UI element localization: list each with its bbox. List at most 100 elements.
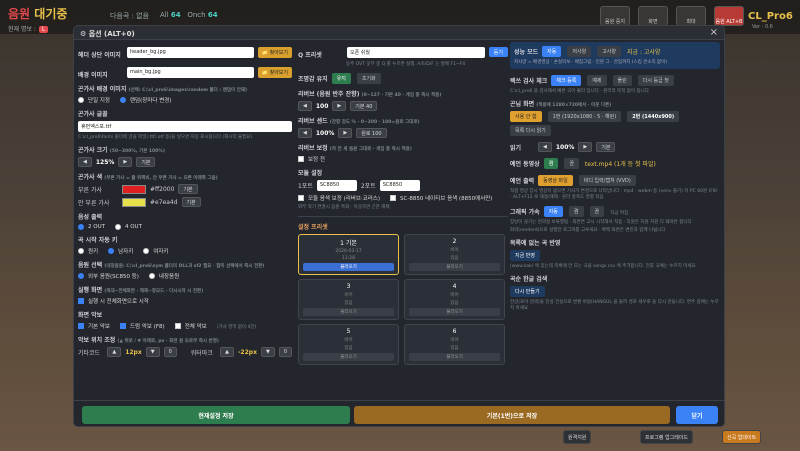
- screen-button[interactable]: 화면 CTRL+L: [638, 6, 668, 31]
- album-example-button[interactable]: 예제: [587, 75, 607, 86]
- unsung-default-button[interactable]: 기본: [181, 197, 201, 207]
- perf-auto-button[interactable]: 자동: [542, 46, 562, 57]
- album-folder-button[interactable]: 폴린: [612, 75, 632, 86]
- preset-load-button[interactable]: 불러오기: [303, 263, 394, 271]
- perf-high-button[interactable]: 고사양: [597, 46, 621, 57]
- res-2-button[interactable]: 2번 (1440x900): [627, 111, 680, 122]
- sung-color-swatch[interactable]: [122, 184, 146, 194]
- port2-select[interactable]: SC8850: [379, 180, 420, 191]
- browse-header-button[interactable]: 📁 찾아보기: [257, 46, 292, 58]
- water-up-button[interactable]: ▲: [220, 347, 234, 357]
- album-register-button[interactable]: 체크 등록: [551, 75, 582, 86]
- module-hint: 외부 악기 연결시 음원 특화 · 이상하면 곤한 해제: [298, 205, 390, 210]
- mod-chk2-label: SC-8850 네이티브 음색 (8850에서만): [400, 196, 493, 202]
- header-image-input[interactable]: header_bg.jpg: [127, 46, 254, 58]
- unsung-color-swatch[interactable]: [122, 197, 146, 207]
- stop-button[interactable]: 음원 중지: [600, 6, 630, 26]
- read-minus-button[interactable]: ◀: [538, 142, 552, 152]
- preset-card[interactable]: 2 비어 있음 불러오기: [404, 234, 505, 275]
- radio-random[interactable]: [120, 97, 126, 103]
- radio-4out[interactable]: [114, 224, 121, 230]
- song-status: 음원 대기중: [8, 7, 68, 21]
- audio-label: 음성 출력: [78, 214, 103, 221]
- mic-keep-button[interactable]: 유지: [331, 73, 351, 84]
- send-minus-button[interactable]: ◀: [298, 128, 312, 138]
- video-on-button[interactable]: 켬: [543, 158, 559, 169]
- res-1-button[interactable]: 1번 (1920x1080 · 5 · 해된): [547, 111, 622, 122]
- radio-original-key[interactable]: [78, 248, 84, 254]
- module-tone-checkbox[interactable]: [298, 195, 304, 201]
- gpu-off-button[interactable]: 끔: [589, 206, 605, 217]
- bg-image-input[interactable]: main_bg.jpg: [127, 66, 254, 78]
- output-capture-button[interactable]: 비디 입력/캡쳐 (VVD): [578, 175, 636, 186]
- sung-default-button[interactable]: 기본: [178, 184, 198, 194]
- preset-load-button[interactable]: 불러오기: [409, 263, 500, 271]
- guitar-reset-button[interactable]: 0: [163, 347, 177, 357]
- water-down-button[interactable]: ▼: [260, 347, 275, 357]
- send-default-button[interactable]: 원로 100: [356, 128, 387, 138]
- res-reload-button[interactable]: 목록 다시 읽기: [510, 125, 551, 136]
- remote-support-button[interactable]: 원격지원: [563, 430, 592, 444]
- preset-card[interactable]: 4 비어 있음 불러오기: [404, 279, 505, 320]
- save-default-button[interactable]: 기본(1번)으로 저장: [354, 406, 670, 424]
- preset-load-button[interactable]: 불러오기: [409, 308, 500, 316]
- perf-hint: 저사양 = 배경영상 · 손실악보 · 배점그림 · 인원 그 · 잔업까지 (…: [514, 60, 668, 65]
- drum-score-checkbox[interactable]: [120, 323, 126, 329]
- browse-bg-button[interactable]: 📁 찾아보기: [257, 66, 292, 78]
- close-button[interactable]: 닫기: [676, 406, 718, 424]
- q-listen-button[interactable]: 듣기: [488, 47, 508, 57]
- album-redo-button[interactable]: 다시 등급 첫: [637, 75, 674, 86]
- q-preset-select[interactable]: 오픈 쉬웠: [347, 46, 485, 58]
- close-icon[interactable]: ×: [710, 27, 718, 38]
- save-current-button[interactable]: 현재설정 저장: [82, 406, 350, 424]
- radio-2out[interactable]: [78, 224, 84, 230]
- radio-internal-sound[interactable]: [148, 273, 155, 279]
- basic-score-checkbox[interactable]: [78, 323, 84, 329]
- preset-name: 4: [452, 283, 457, 290]
- send-plus-button[interactable]: ▶: [338, 128, 353, 138]
- guitar-down-button[interactable]: ▼: [145, 347, 160, 357]
- album-label: 렉쓰 검사 체크: [510, 78, 548, 85]
- full-score-checkbox[interactable]: [174, 323, 181, 329]
- gpu-on-button[interactable]: 켬: [568, 206, 584, 217]
- reverb-plus-button[interactable]: ▶: [332, 101, 347, 111]
- read-default-button[interactable]: 기본: [596, 142, 616, 152]
- boost-checkbox[interactable]: [298, 156, 304, 162]
- max-button[interactable]: 최대 CTRL+B: [676, 6, 706, 31]
- water-reset-button[interactable]: 0: [278, 347, 292, 357]
- port1-select[interactable]: SC8850: [316, 180, 357, 191]
- v3-label: 여자키: [153, 249, 169, 255]
- size-plus-button[interactable]: ▶: [118, 157, 133, 167]
- program-upgrade-button[interactable]: 프로그램 업그레이드: [640, 430, 693, 444]
- perf-low-button[interactable]: 저사양: [567, 46, 592, 57]
- preset-load-button[interactable]: 불러오기: [409, 353, 500, 361]
- guitar-up-button[interactable]: ▲: [107, 347, 122, 357]
- preset-load-button[interactable]: 불러오기: [303, 353, 394, 361]
- search-rebuild-button[interactable]: 다시 만들기: [510, 286, 545, 297]
- preset-card[interactable]: 1 기본 2026-03-17 11:28 불러오기: [298, 234, 399, 275]
- native-tone-checkbox[interactable]: [390, 195, 397, 201]
- read-plus-button[interactable]: ▶: [578, 142, 593, 152]
- gpu-auto-button[interactable]: 자동: [543, 206, 563, 217]
- preset-card[interactable]: 5 비어 있음 불러오기: [298, 324, 399, 365]
- radio-external-sound[interactable]: [78, 273, 84, 279]
- font-select[interactable]: 휴먼엑스포.ttf: [78, 121, 292, 132]
- size-minus-button[interactable]: ◀: [78, 157, 92, 167]
- preset-card[interactable]: 6 비어 있음 불러오기: [404, 324, 505, 365]
- list-apply-button[interactable]: 지금 반영: [510, 250, 540, 261]
- size-default-button[interactable]: 기본: [136, 157, 156, 167]
- radio-single[interactable]: [78, 97, 84, 103]
- mic-reset-button[interactable]: 초기화: [356, 73, 381, 84]
- audio-button[interactable]: 음원 ALT+B: [714, 6, 744, 26]
- preset-load-button[interactable]: 불러오기: [303, 308, 394, 316]
- radio-female-key[interactable]: [143, 248, 150, 254]
- output-file-button[interactable]: 동영상 파일: [538, 175, 573, 186]
- fullscreen-checkbox[interactable]: [78, 298, 84, 304]
- video-off-button[interactable]: 끔: [564, 158, 579, 169]
- reverb-minus-button[interactable]: ◀: [298, 101, 312, 111]
- preset-card[interactable]: 3 비어 있음 불러오기: [298, 279, 399, 320]
- res-none-button[interactable]: 사용 안 함: [510, 111, 542, 122]
- radio-male-key[interactable]: [108, 248, 115, 254]
- new-song-update-button[interactable]: 신곡 업데이트: [722, 430, 762, 444]
- reverb-default-button[interactable]: 기본 40: [350, 101, 378, 111]
